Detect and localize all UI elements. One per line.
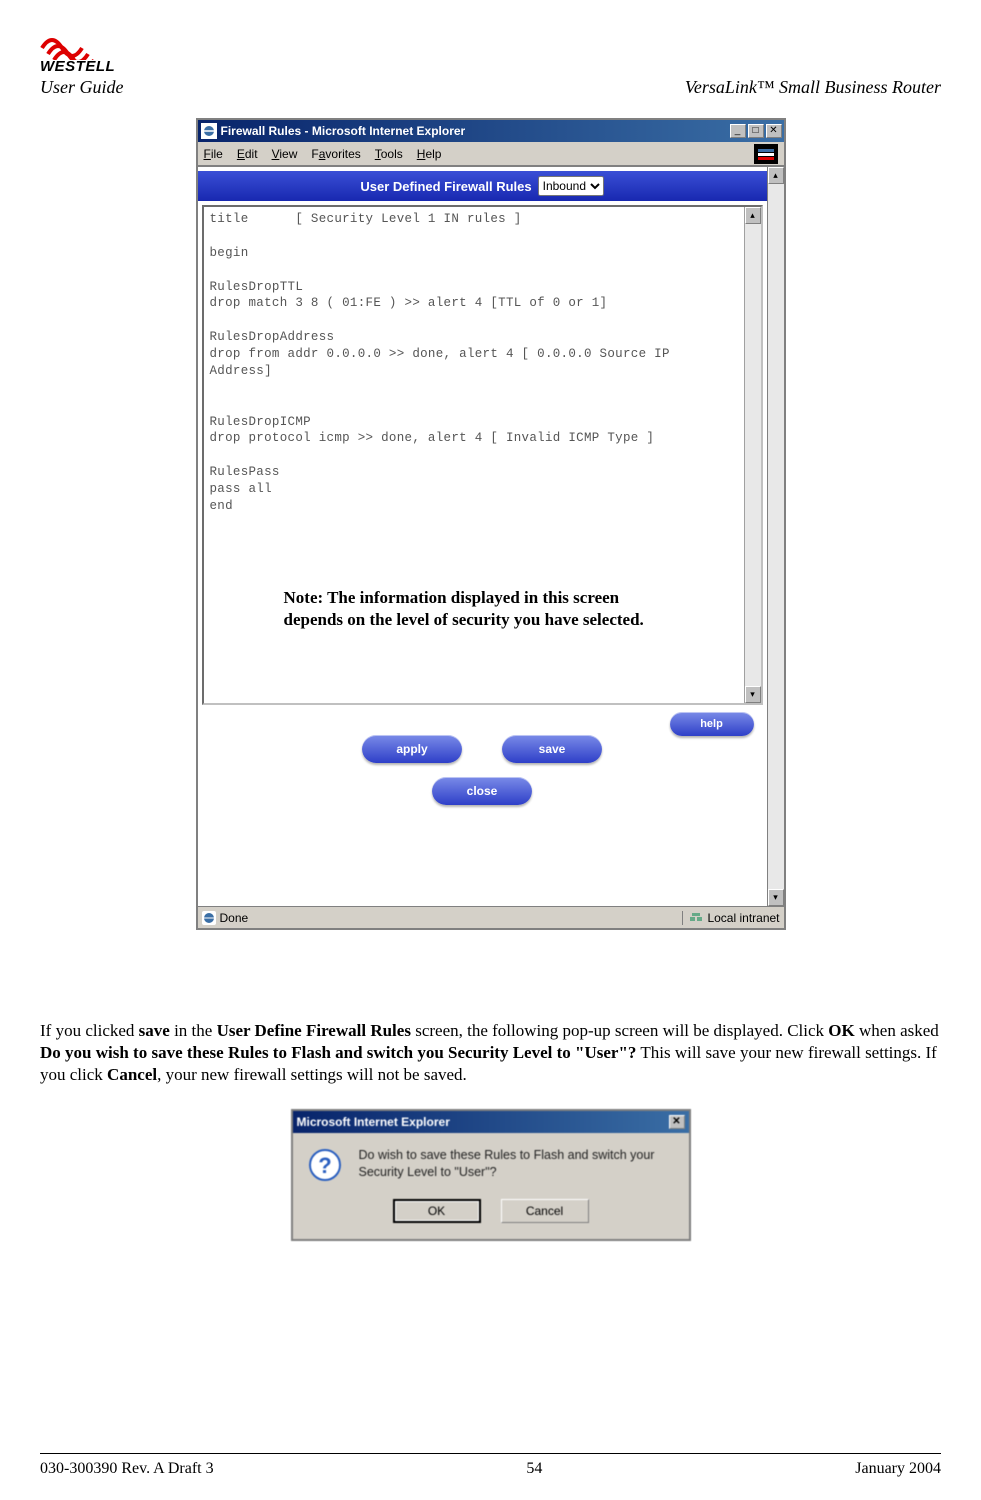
menubar: File Edit View Favorites Tools Help: [198, 142, 784, 166]
window-titlebar: Firewall Rules - Microsoft Internet Expl…: [198, 120, 784, 142]
page-footer: 030-300390 Rev. A Draft 3 54 January 200…: [40, 1460, 941, 1478]
status-text-right: Local intranet: [707, 911, 779, 925]
viewport-scrollbar[interactable]: ▴ ▾: [767, 167, 784, 906]
westell-wave-icon: [40, 28, 110, 60]
menu-help[interactable]: Help: [417, 147, 442, 161]
minimize-button[interactable]: _: [730, 124, 746, 138]
status-text-left: Done: [220, 911, 249, 925]
action-buttons-row-2: close: [198, 777, 767, 805]
scroll-up-icon[interactable]: ▴: [745, 207, 761, 224]
rules-textarea[interactable]: title [ Security Level 1 IN rules ] begi…: [202, 205, 763, 705]
dialog-title-text: Microsoft Internet Explorer: [297, 1115, 450, 1129]
brand-name: WESTELL: [40, 58, 115, 75]
ie-app-icon: [201, 123, 217, 139]
product-title: VersaLink™ Small Business Router: [685, 77, 941, 98]
footer-left: 030-300390 Rev. A Draft 3: [40, 1460, 214, 1478]
screenshot-note: Note: The information displayed in this …: [284, 587, 661, 631]
svg-text:?: ?: [318, 1153, 331, 1178]
ie-throbber-icon: [754, 144, 778, 164]
status-ie-icon: [202, 911, 216, 925]
maximize-button[interactable]: □: [748, 124, 764, 138]
viewport-scroll-track[interactable]: [768, 184, 784, 889]
body-paragraph: If you clicked save in the User Define F…: [40, 1020, 941, 1085]
brand-logo-block: WESTELL User Guide: [40, 28, 124, 98]
action-buttons-row-1: apply save: [198, 735, 767, 763]
scroll-track[interactable]: [745, 224, 761, 686]
dialog-buttons: OK Cancel: [293, 1199, 689, 1239]
menu-file[interactable]: File: [204, 147, 223, 161]
confirm-dialog: Microsoft Internet Explorer ✕ ? Do wish …: [291, 1109, 691, 1241]
menu-tools[interactable]: Tools: [375, 147, 403, 161]
save-button[interactable]: save: [502, 735, 602, 763]
viewport-scroll-up-icon[interactable]: ▴: [768, 167, 784, 184]
footer-center: 54: [526, 1460, 542, 1478]
ie-window: Firewall Rules - Microsoft Internet Expl…: [196, 118, 786, 930]
local-intranet-icon: [689, 911, 703, 925]
textarea-scrollbar[interactable]: ▴ ▾: [744, 207, 761, 703]
page-heading-text: User Defined Firewall Rules: [360, 179, 531, 194]
menu-edit[interactable]: Edit: [237, 147, 258, 161]
status-bar: Done Local intranet: [198, 906, 784, 928]
window-title: Firewall Rules - Microsoft Internet Expl…: [221, 124, 730, 138]
dialog-body: ? Do wish to save these Rules to Flash a…: [293, 1133, 689, 1199]
footer-rule: [40, 1453, 941, 1454]
menu-favorites[interactable]: Favorites: [311, 147, 360, 161]
dialog-close-button[interactable]: ✕: [669, 1115, 685, 1129]
dialog-message: Do wish to save these Rules to Flash and…: [359, 1147, 675, 1181]
dialog-titlebar: Microsoft Internet Explorer ✕: [293, 1111, 689, 1133]
direction-select[interactable]: Inbound: [538, 176, 604, 196]
help-button[interactable]: help: [670, 712, 754, 736]
close-button[interactable]: close: [432, 777, 532, 805]
page-heading-bar: User Defined Firewall Rules Inbound: [198, 171, 767, 201]
footer-right: January 2004: [855, 1460, 941, 1478]
dialog-cancel-button[interactable]: Cancel: [501, 1199, 589, 1223]
user-guide-label: User Guide: [40, 77, 124, 98]
close-window-button[interactable]: ✕: [766, 124, 782, 138]
browser-viewport: User Defined Firewall Rules Inbound titl…: [198, 166, 784, 906]
dialog-ok-button[interactable]: OK: [393, 1199, 481, 1223]
viewport-scroll-down-icon[interactable]: ▾: [768, 889, 784, 906]
help-button-wrap: help: [670, 712, 754, 736]
apply-button[interactable]: apply: [362, 735, 462, 763]
page-header: WESTELL User Guide VersaLink™ Small Busi…: [40, 18, 941, 98]
menu-view[interactable]: View: [272, 147, 298, 161]
question-icon: ?: [307, 1147, 343, 1183]
scroll-down-icon[interactable]: ▾: [745, 686, 761, 703]
